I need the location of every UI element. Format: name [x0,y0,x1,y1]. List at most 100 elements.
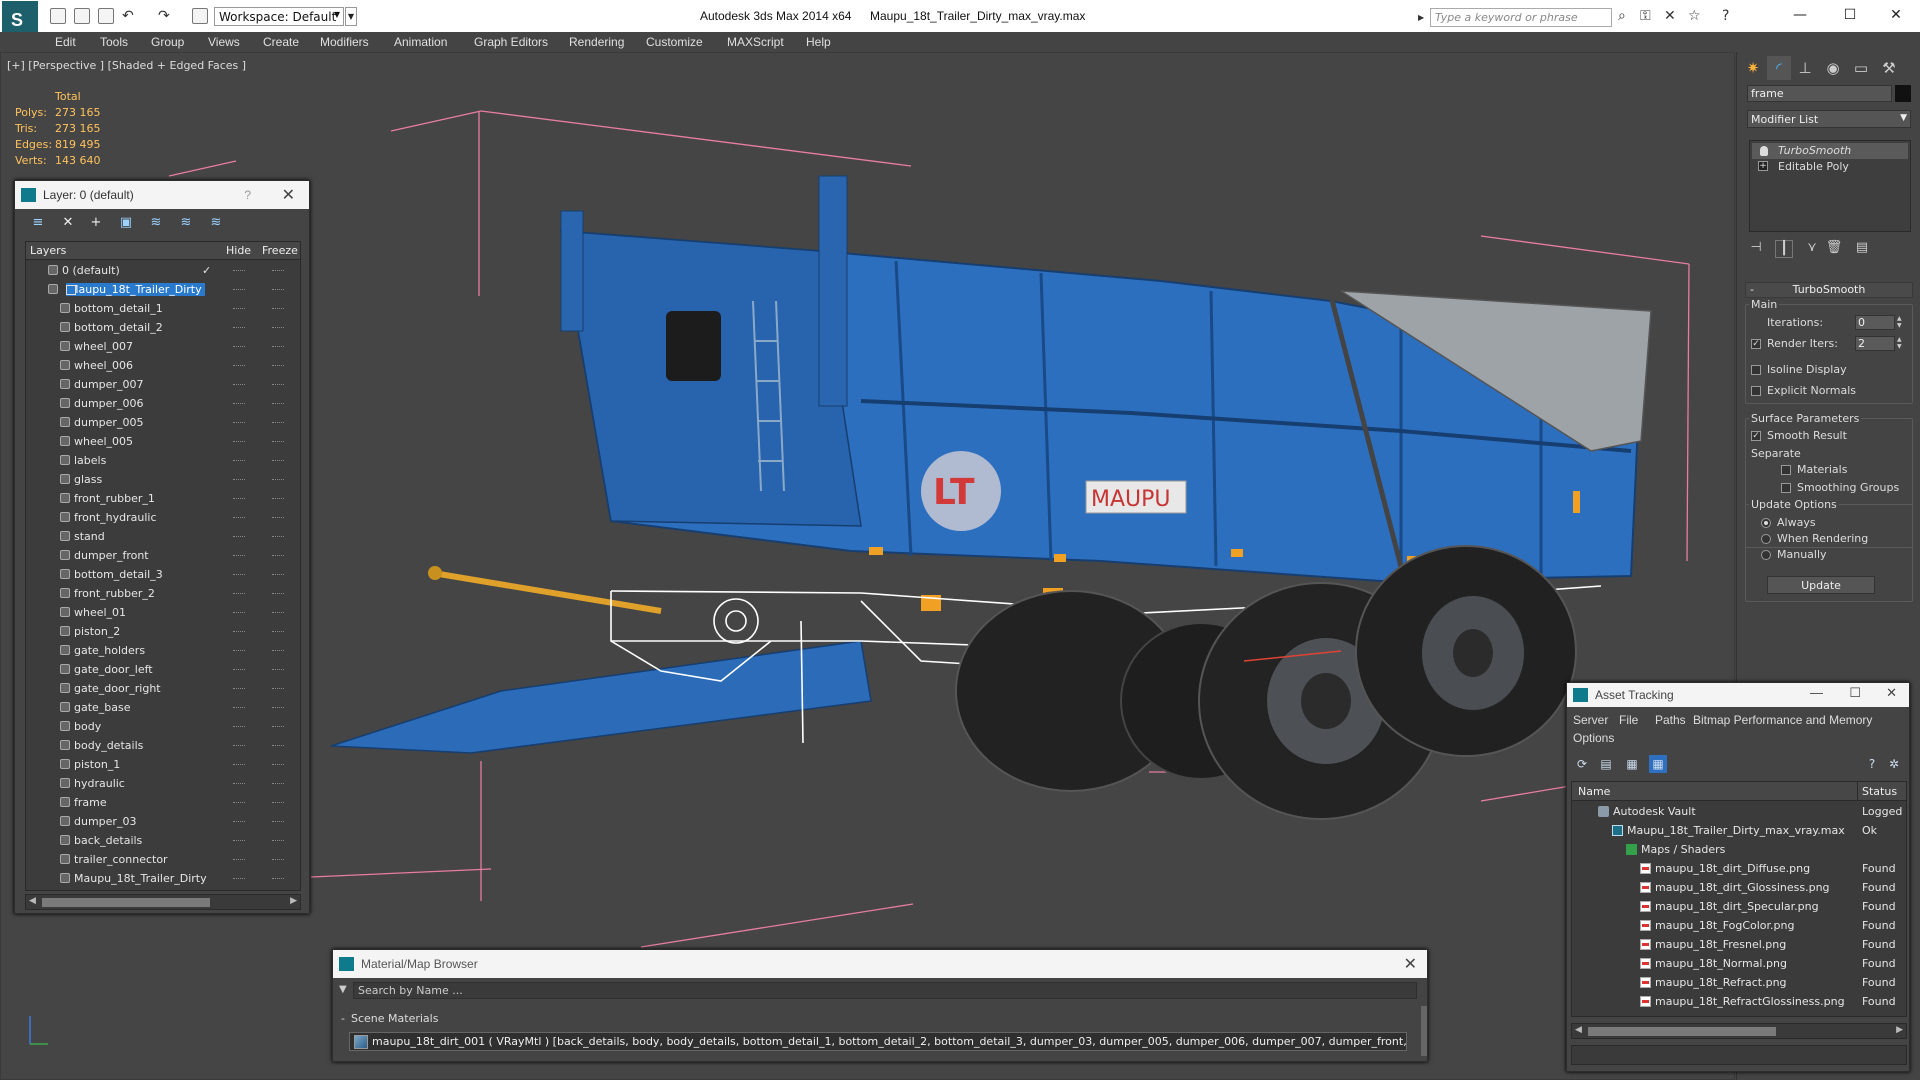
asset-menu-bitmap-performance[interactable]: Bitmap Performance and Memory [1693,713,1872,727]
layer-row[interactable]: dumper_007 [26,375,300,394]
search-expand-icon[interactable]: ▶ [1418,8,1430,27]
hide-toggle[interactable] [233,555,245,557]
select-objects-icon[interactable]: ▣ [117,215,135,231]
layer-row[interactable]: stand [26,527,300,546]
menu-graph-editors[interactable]: Graph Editors [474,35,548,49]
object-color-swatch[interactable] [1895,85,1911,102]
hide-toggle[interactable] [233,631,245,633]
communication-center-icon[interactable]: ✕ [1664,8,1676,24]
highlight-layer-icon[interactable]: ≋ [147,215,165,231]
menu-tools[interactable]: Tools [100,35,128,49]
asset-row[interactable]: maupu_18t_dirt_Specular.png Found [1572,897,1906,916]
freeze-toggle[interactable] [272,346,284,348]
asset-row[interactable]: Maps / Shaders [1572,840,1906,859]
freeze-toggle[interactable] [272,745,284,747]
freeze-toggle[interactable] [272,764,284,766]
object-name-field[interactable]: frame [1747,85,1892,102]
freeze-toggle[interactable] [272,631,284,633]
close-button[interactable]: ✕ [1876,4,1916,26]
quick-access-menu-icon[interactable]: ▼ [345,7,357,26]
stack-item-editable-poly[interactable]: + Editable Poly [1752,159,1908,175]
show-end-result-icon[interactable]: ┃ [1775,240,1793,258]
layer-row[interactable]: dumper_005 [26,413,300,432]
layer-row[interactable]: labels [26,451,300,470]
menu-help[interactable]: Help [806,35,831,49]
layer-row[interactable]: back_details [26,831,300,850]
materials-checkbox[interactable] [1781,465,1791,475]
hide-toggle[interactable] [233,498,245,500]
layer-row[interactable]: 0 (default) ✓ [26,261,300,280]
open-file-icon[interactable] [74,8,90,24]
grid-view-icon[interactable]: ▦ [1649,755,1667,773]
search-input[interactable]: Type a keyword or phrase [1430,8,1612,27]
asset-list[interactable]: Name Status Autodesk Vault Logged C Maupu_… [1571,781,1907,1017]
layer-row[interactable]: wheel_007 [26,337,300,356]
freeze-toggle[interactable] [272,403,284,405]
asset-row[interactable]: maupu_18t_dirt_Diffuse.png Found [1572,859,1906,878]
freeze-toggle[interactable] [272,707,284,709]
configure-modifier-sets-icon[interactable]: ▤ [1853,240,1871,258]
layer-row[interactable]: Maupu_18t_Trailer_Dirty [26,280,300,299]
hide-toggle[interactable] [233,308,245,310]
hide-toggle[interactable] [233,859,245,861]
freeze-toggle[interactable] [272,308,284,310]
layer-row[interactable]: front_hydraulic [26,508,300,527]
pin-stack-icon[interactable]: ⊣ [1747,240,1765,258]
new-file-icon[interactable] [50,8,66,24]
freeze-toggle[interactable] [272,289,284,291]
undo-icon[interactable]: ↶ [122,8,134,24]
asset-menu-options[interactable]: Options [1573,731,1614,745]
subscription-key-icon[interactable]: ⚿ [1640,8,1651,24]
layer-window-titlebar[interactable]: Layer: 0 (default) ? ✕ [15,181,309,209]
menu-create[interactable]: Create [263,35,299,49]
material-search-input[interactable]: Search by Name ... [353,982,1417,999]
menu-rendering[interactable]: Rendering [569,35,624,49]
asset-menu-file[interactable]: File [1619,713,1638,727]
hide-toggle[interactable] [233,441,245,443]
freeze-toggle[interactable] [272,669,284,671]
layer-row[interactable]: dumper_03 [26,812,300,831]
modify-tab-icon[interactable]: ◜ [1767,56,1791,80]
freeze-all-layers-icon[interactable]: ≋ [207,215,225,231]
hide-toggle[interactable] [233,650,245,652]
freeze-toggle[interactable] [272,460,284,462]
hide-toggle[interactable] [233,745,245,747]
asset-row[interactable]: Maupu_18t_Trailer_Dirty_max_vray.max Ok [1572,821,1906,840]
hide-toggle[interactable] [233,479,245,481]
hide-toggle[interactable] [233,593,245,595]
refresh-icon[interactable]: ⟳ [1573,755,1591,773]
hide-toggle[interactable] [233,612,245,614]
hide-toggle[interactable] [233,289,245,291]
layer-row[interactable]: Maupu_18t_Trailer_Dirty [26,869,300,888]
help-icon[interactable]: ? [244,188,251,202]
menu-maxscript[interactable]: MAXScript [727,35,784,49]
binoculars-icon[interactable]: ⌕ [1618,8,1626,24]
scrollbar-thumb[interactable] [1588,1027,1776,1036]
expand-plus-icon[interactable]: + [1758,161,1768,171]
freeze-toggle[interactable] [272,479,284,481]
hide-toggle[interactable] [233,365,245,367]
hide-toggle[interactable] [233,574,245,576]
display-tab-icon[interactable]: ▭ [1849,56,1873,80]
favorites-star-icon[interactable]: ☆ [1688,8,1701,24]
motion-tab-icon[interactable]: ◉ [1821,56,1845,80]
freeze-toggle[interactable] [272,365,284,367]
hide-toggle[interactable] [233,327,245,329]
asset-row[interactable]: maupu_18t_Refract.png Found [1572,973,1906,992]
layer-row[interactable]: wheel_005 [26,432,300,451]
layer-row[interactable]: dumper_front [26,546,300,565]
column-status[interactable]: Status [1862,785,1897,798]
make-unique-icon[interactable]: ⋎ [1803,240,1821,258]
hide-toggle[interactable] [233,764,245,766]
list-view-icon[interactable]: ▤ [1597,755,1615,773]
layer-row[interactable]: hydraulic [26,774,300,793]
layer-row[interactable]: wheel_006 [26,356,300,375]
scroll-right-icon[interactable]: ▶ [290,896,297,906]
layer-row[interactable]: gate_holders [26,641,300,660]
hide-toggle[interactable] [233,726,245,728]
smoothing-groups-checkbox[interactable] [1781,483,1791,493]
asset-row[interactable]: maupu_18t_dirt_Glossiness.png Found [1572,878,1906,897]
minimize-button[interactable]: — [1780,4,1820,26]
material-window-titlebar[interactable]: Material/Map Browser ✕ [333,950,1427,978]
menu-edit[interactable]: Edit [55,35,76,49]
